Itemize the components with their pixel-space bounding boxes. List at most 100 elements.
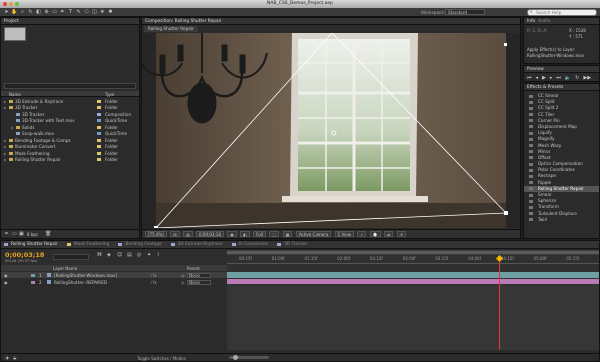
project-item[interactable]: ▸ Solids Folder: [1, 124, 139, 130]
tab-info[interactable]: Info: [527, 19, 535, 24]
layer-label-swatch[interactable]: [31, 273, 35, 277]
timeline-tab[interactable]: Rolling Shutter Repair: [11, 242, 58, 247]
project-item[interactable]: 3D Tracker Composition: [1, 111, 139, 117]
project-item[interactable]: ▸ 3D Tracker Folder: [1, 105, 139, 111]
disclosure-triangle-icon[interactable]: ▸: [4, 105, 6, 110]
type-tool-icon[interactable]: T: [67, 9, 74, 16]
roto-brush-tool-icon[interactable]: ❦: [99, 9, 106, 16]
timeline-tab[interactable]: Mask Feathering: [74, 242, 109, 247]
ram-preview-icon[interactable]: ▶▶: [583, 75, 591, 81]
exposure-icon[interactable]: ☀: [396, 231, 407, 237]
disclosure-triangle-icon[interactable]: ▸: [4, 138, 6, 143]
tab-project[interactable]: Project: [4, 19, 19, 24]
close-window-button[interactable]: [3, 2, 7, 6]
project-search-input[interactable]: [4, 83, 136, 89]
view-layout-select[interactable]: 1 View: [334, 231, 354, 237]
pen-tool-icon[interactable]: ✒: [59, 9, 66, 16]
toggle-switches-modes-button[interactable]: Toggle Switches / Modes: [137, 356, 186, 361]
parent-select[interactable]: None: [187, 279, 211, 285]
selection-tool-icon[interactable]: ➤: [3, 9, 10, 16]
effect-item[interactable]: Twirl: [524, 217, 599, 223]
timeline-zoom-slider[interactable]: [229, 355, 269, 360]
label-color-swatch[interactable]: [97, 106, 101, 109]
timeline-tab[interactable]: 3D Extrude-Raytrace: [178, 242, 223, 247]
shy-icon[interactable]: ☺: [117, 252, 122, 258]
flowchart-icon[interactable]: ⇄: [384, 231, 394, 237]
brush-tool-icon[interactable]: ✎: [75, 9, 82, 16]
label-color-swatch[interactable]: [97, 132, 101, 135]
disclosure-triangle-icon[interactable]: ▸: [4, 99, 6, 104]
snapshot-icon[interactable]: ◉: [227, 231, 237, 237]
project-item[interactable]: ▸ 3D Extrude & Raytrace Folder: [1, 98, 139, 104]
layer-row[interactable]: ◉ 1 [RollingShutter-Windows.mov] ⁄ fx ◎ None: [1, 272, 227, 278]
comp-mini-flowchart-icon[interactable]: ⌘: [97, 252, 102, 258]
project-item[interactable]: ▸ Mask Feathering Folder: [1, 150, 139, 156]
minimize-window-button[interactable]: [9, 2, 13, 6]
channel-icon[interactable]: ◐: [240, 231, 250, 237]
hand-tool-icon[interactable]: ✋: [11, 9, 18, 16]
loop-icon[interactable]: ↻: [575, 75, 579, 81]
layer-row[interactable]: ◉ 2 RollingShutter--REPAIRED ⁄ fx ◎ None: [1, 279, 227, 285]
layer-bar-2[interactable]: [227, 279, 599, 284]
project-item[interactable]: Snap-walk.mov QuickTime: [1, 131, 139, 137]
composition-viewer[interactable]: [142, 33, 520, 228]
parent-pickwhip-icon[interactable]: ◎: [181, 273, 185, 278]
label-color-swatch[interactable]: [97, 112, 101, 116]
camera-tool-icon[interactable]: ◧: [35, 9, 42, 16]
brainstorm-icon[interactable]: ✦: [147, 252, 151, 258]
project-item[interactable]: 3D-Tracker with Text.mov QuickTime: [1, 118, 139, 124]
search-help-input[interactable]: [527, 9, 597, 16]
resolution-select[interactable]: Full: [253, 231, 267, 237]
tab-composition[interactable]: Composition: Rolling Shutter Repair: [145, 19, 222, 24]
rotate-tool-icon[interactable]: ↻: [27, 9, 34, 16]
disclosure-triangle-icon[interactable]: ▸: [4, 144, 6, 149]
label-color-swatch[interactable]: [97, 119, 101, 122]
audio-icon[interactable]: 🔈: [565, 75, 571, 81]
disclosure-triangle-icon[interactable]: ▸: [4, 151, 6, 156]
magnification-select[interactable]: (75.4%): [145, 231, 167, 237]
project-item[interactable]: ▸ Bending Footage & Comps Folder: [1, 137, 139, 143]
timeline-tab[interactable]: 3D Tracker: [284, 242, 307, 247]
visibility-eye-icon[interactable]: ◉: [4, 273, 8, 278]
type-column-header[interactable]: Type: [105, 92, 114, 97]
name-column-header[interactable]: Name: [9, 92, 21, 97]
delete-icon[interactable]: 🗑: [45, 231, 51, 237]
clone-stamp-tool-icon[interactable]: ⎔: [83, 9, 90, 16]
disclosure-triangle-icon[interactable]: ▸: [4, 157, 6, 162]
grid-toggle-icon[interactable]: ⊞: [170, 231, 180, 237]
work-area-range[interactable]: [227, 251, 599, 254]
new-composition-icon[interactable]: ▣: [19, 231, 24, 237]
label-color-swatch[interactable]: [97, 151, 101, 155]
timeline-tab[interactable]: Ai Conversion: [239, 242, 269, 247]
label-color-swatch[interactable]: [97, 158, 101, 161]
layer-switches-icon[interactable]: ⁄ fx: [151, 280, 157, 285]
region-of-interest-icon[interactable]: ⬚: [269, 231, 280, 237]
layer-bar-1[interactable]: [227, 272, 599, 278]
layer-name[interactable]: RollingShutter--REPAIRED: [54, 280, 107, 285]
work-area-bar[interactable]: [227, 250, 599, 255]
project-item[interactable]: ▸ Illuminator Convert Folder: [1, 144, 139, 150]
workspace-select[interactable]: Standard: [445, 9, 485, 15]
3d-view-select[interactable]: Active Camera: [295, 231, 332, 237]
label-color-swatch[interactable]: [97, 99, 101, 103]
eraser-tool-icon[interactable]: ◫: [91, 9, 98, 16]
layer-search-input[interactable]: [53, 254, 89, 260]
disclosure-triangle-icon[interactable]: ▸: [11, 125, 13, 130]
layer-name-column-header[interactable]: Layer Name: [53, 266, 77, 271]
motion-blur-icon[interactable]: ◎: [137, 252, 141, 258]
layer-name[interactable]: [RollingShutter-Windows.mov]: [54, 273, 117, 278]
next-frame-icon[interactable]: ▸: [550, 75, 553, 81]
rectangle-tool-icon[interactable]: ▭: [51, 9, 58, 16]
layer-label-swatch[interactable]: [31, 280, 35, 284]
graph-editor-icon[interactable]: ⌇: [157, 252, 159, 258]
tab-preview[interactable]: Preview: [527, 67, 544, 72]
zoom-slider-thumb[interactable]: [233, 355, 238, 360]
layer-switches-icon[interactable]: ◑: [5, 355, 9, 360]
frame-blending-icon[interactable]: ▤: [127, 252, 132, 258]
label-color-swatch[interactable]: [97, 138, 101, 142]
transfer-controls-icon[interactable]: ◒: [13, 355, 17, 360]
pan-behind-tool-icon[interactable]: ⊕: [43, 9, 50, 16]
tab-audio[interactable]: Audio: [538, 19, 550, 24]
fast-previews-icon[interactable]: ⚡: [357, 231, 367, 237]
label-color-swatch[interactable]: [97, 145, 101, 148]
